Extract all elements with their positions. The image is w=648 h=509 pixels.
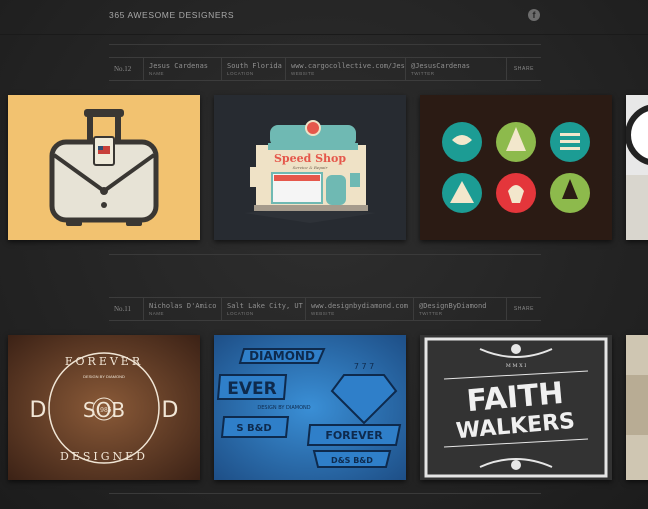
designer-website-link[interactable]: www.cargocollective.com/Jesus xyxy=(291,62,405,70)
designer-info-bar: No.11 Nicholas D'Amico NAME Salt Lake Cit… xyxy=(109,297,541,321)
designer-twitter-link[interactable]: @JesusCardenas xyxy=(411,62,507,70)
svg-text:D: D xyxy=(162,398,179,423)
designer-location: South Florida xyxy=(227,62,282,70)
divider xyxy=(109,44,541,45)
work-tile-diamond[interactable]: DIAMOND EVER 7 7 7 S B&D FOREVER D&S B&D… xyxy=(214,335,406,480)
designer-name-cell: Jesus Cardenas NAME xyxy=(144,58,222,80)
designer-location-cell: Salt Lake City, UT LOCATION xyxy=(222,298,306,320)
designer-location: Salt Lake City, UT xyxy=(227,302,303,310)
designer-name-cell: Nicholas D'Amico NAME xyxy=(144,298,222,320)
partial-artwork xyxy=(626,95,648,240)
suitcase-illustration xyxy=(8,95,200,240)
facebook-icon[interactable]: f xyxy=(528,9,540,21)
top-bar: 365 AWESOME DESIGNERS f xyxy=(0,0,648,35)
share-button[interactable]: SHARE xyxy=(506,58,541,80)
svg-text:1985: 1985 xyxy=(96,407,111,414)
work-tile-faith-walkers[interactable]: M M X I FAITH WALKERS xyxy=(420,335,612,480)
svg-text:Service & Repair: Service & Repair xyxy=(293,165,329,170)
svg-text:DESIGNED: DESIGNED xyxy=(60,450,148,463)
designer-name: Jesus Cardenas xyxy=(149,62,209,70)
designer-website-cell[interactable]: www.designbydiamond.com WEBSITE xyxy=(306,298,414,320)
work-tile-speed-shop[interactable]: Speed Shop Service & Repair xyxy=(214,95,406,240)
designer-twitter-cell[interactable]: @DesignByDiamond TWITTER xyxy=(414,298,507,320)
icon-badges xyxy=(420,95,612,240)
svg-text:M M X I: M M X I xyxy=(506,363,527,369)
designer-info-bar: No.12 Jesus Cardenas NAME South Florida LO… xyxy=(109,57,541,81)
svg-text:FOREVER: FOREVER xyxy=(65,355,143,368)
svg-text:D: D xyxy=(30,398,47,423)
svg-text:DIAMOND: DIAMOND xyxy=(249,349,315,363)
designer-number: No.12 xyxy=(109,58,144,80)
svg-text:EVER: EVER xyxy=(227,379,276,399)
svg-text:DESIGN BY DIAMOND: DESIGN BY DIAMOND xyxy=(257,405,310,411)
share-button[interactable]: SHARE xyxy=(506,298,541,320)
designer-twitter-cell[interactable]: @JesusCardenas TWITTER xyxy=(406,58,507,80)
svg-text:S B&D: S B&D xyxy=(236,423,271,434)
speed-shop-illustration: Speed Shop Service & Repair xyxy=(214,95,406,240)
designer-website-link[interactable]: www.designbydiamond.com xyxy=(311,302,413,310)
diamond-poster: DIAMOND EVER 7 7 7 S B&D FOREVER D&S B&D… xyxy=(214,335,406,480)
svg-text:D&S B&D: D&S B&D xyxy=(331,456,373,465)
designer-number: No.11 xyxy=(109,298,144,320)
designer-twitter-link[interactable]: @DesignByDiamond xyxy=(419,302,507,310)
designer-website-cell[interactable]: www.cargocollective.com/Jesus WEBSITE xyxy=(286,58,406,80)
work-tile-partial[interactable] xyxy=(626,95,648,240)
designer-name: Nicholas D'Amico xyxy=(149,302,217,310)
work-tile-forever-designed[interactable]: FOREVER DESIGN BY DIAMOND D SOB D 1985 D… xyxy=(8,335,200,480)
faith-walkers-poster: M M X I FAITH WALKERS xyxy=(420,335,612,480)
site-title[interactable]: 365 AWESOME DESIGNERS xyxy=(109,10,234,20)
work-tile-suitcase[interactable] xyxy=(8,95,200,240)
svg-text:FOREVER: FOREVER xyxy=(325,429,383,442)
svg-text:DESIGN BY DIAMOND: DESIGN BY DIAMOND xyxy=(83,374,125,379)
divider xyxy=(109,254,541,255)
forever-designed-badge: FOREVER DESIGN BY DIAMOND D SOB D 1985 D… xyxy=(8,335,200,480)
designer-location-cell: South Florida LOCATION xyxy=(222,58,286,80)
work-tile-partial[interactable] xyxy=(626,335,648,480)
work-tile-icon-badges[interactable] xyxy=(420,95,612,240)
divider xyxy=(109,493,541,494)
svg-text:7 7 7: 7 7 7 xyxy=(354,362,374,371)
partial-artwork xyxy=(626,335,648,480)
svg-text:Speed Shop: Speed Shop xyxy=(274,152,346,165)
